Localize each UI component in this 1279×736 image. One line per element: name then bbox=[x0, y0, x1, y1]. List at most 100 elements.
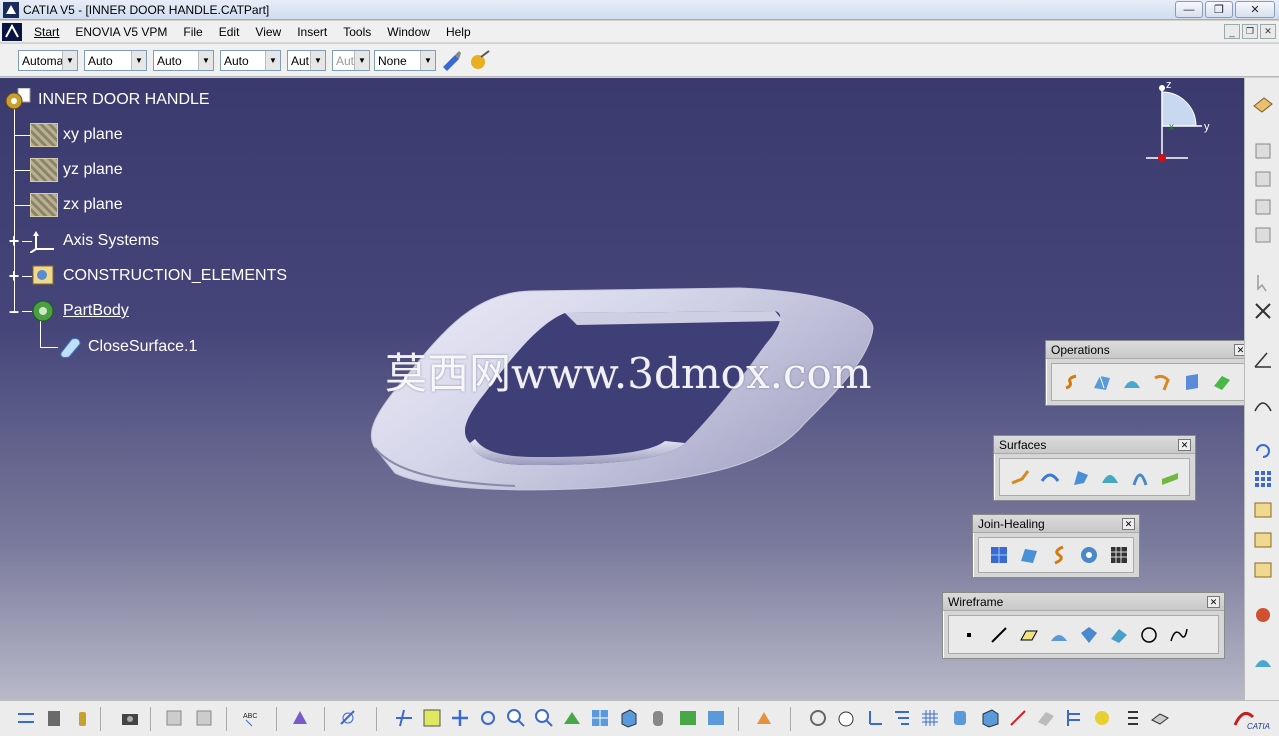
collapse-icon[interactable]: – bbox=[7, 301, 21, 321]
doc-close-button[interactable]: ✕ bbox=[1260, 24, 1276, 39]
line-thickness-combo[interactable]: Auto ▼ bbox=[153, 50, 214, 71]
menu-tools[interactable]: Tools bbox=[335, 25, 379, 39]
tree-node-axis-systems[interactable]: Axis Systems bbox=[30, 229, 159, 253]
tree-node-zx-plane[interactable]: zx plane bbox=[30, 193, 123, 217]
split-icon[interactable] bbox=[1090, 371, 1114, 393]
curve-smooth-icon[interactable] bbox=[1047, 544, 1071, 566]
spline-icon[interactable] bbox=[1167, 624, 1191, 646]
hierarchy-icon[interactable] bbox=[1062, 707, 1086, 729]
zoom-in-icon[interactable] bbox=[504, 707, 528, 729]
point-symbol-combo[interactable]: Aut ▼ bbox=[287, 50, 326, 71]
measure-between-icon[interactable] bbox=[162, 707, 186, 729]
pan-icon[interactable] bbox=[448, 707, 472, 729]
3d-annotation-icon[interactable] bbox=[288, 707, 312, 729]
list-icon[interactable] bbox=[1120, 707, 1144, 729]
point-icon[interactable] bbox=[957, 624, 981, 646]
close-button[interactable]: ✕ bbox=[1235, 1, 1275, 18]
layer-combo[interactable]: None ▼ bbox=[374, 50, 436, 71]
hand-icon[interactable] bbox=[834, 707, 858, 729]
extrapolate-icon[interactable] bbox=[1210, 371, 1234, 393]
parallel-curve-icon[interactable] bbox=[1107, 624, 1131, 646]
ordered-set-icon[interactable] bbox=[1251, 528, 1275, 550]
menu-view[interactable]: View bbox=[247, 25, 289, 39]
snap-icon[interactable] bbox=[1251, 300, 1275, 322]
multi-view-icon[interactable] bbox=[588, 707, 612, 729]
healing-icon[interactable] bbox=[987, 544, 1011, 566]
intersection-icon[interactable] bbox=[1077, 624, 1101, 646]
join-healing-toolbar[interactable]: Join-Healing ✕ bbox=[972, 514, 1140, 578]
rotate-icon[interactable] bbox=[1251, 440, 1275, 462]
close-icon[interactable]: ✕ bbox=[1178, 439, 1191, 451]
painter-icon[interactable] bbox=[440, 49, 464, 71]
operations-toolbar[interactable]: Operations ✕ bbox=[1045, 340, 1244, 406]
wireframe-toolbar[interactable]: Wireframe ✕ bbox=[942, 592, 1225, 659]
doc-restore-button[interactable]: ❐ bbox=[1242, 24, 1258, 39]
surface-icon[interactable] bbox=[1034, 707, 1058, 729]
untrim-icon[interactable] bbox=[1017, 544, 1041, 566]
tree-expand-icon[interactable] bbox=[890, 707, 914, 729]
material-icon[interactable] bbox=[752, 707, 776, 729]
shading-icon[interactable] bbox=[646, 707, 670, 729]
restore-button[interactable]: ❐ bbox=[1205, 1, 1233, 18]
doc-minimize-button[interactable]: _ bbox=[1224, 24, 1240, 39]
select-arrow-icon[interactable] bbox=[1251, 272, 1275, 294]
isometric-view-icon[interactable] bbox=[616, 707, 640, 729]
workbench-icon[interactable] bbox=[1251, 94, 1275, 116]
blend-icon[interactable] bbox=[1158, 466, 1182, 488]
positioned-sketch-icon[interactable] bbox=[1251, 168, 1275, 190]
tree-root[interactable]: INNER DOOR HANDLE bbox=[4, 88, 210, 112]
arc-icon[interactable] bbox=[1251, 392, 1275, 414]
close-icon[interactable]: ✕ bbox=[1234, 344, 1244, 356]
swap-visible-space-icon[interactable] bbox=[704, 707, 728, 729]
close-icon[interactable]: ✕ bbox=[1207, 596, 1220, 608]
offset-icon[interactable] bbox=[1038, 466, 1062, 488]
plane-icon[interactable] bbox=[1017, 624, 1041, 646]
3d-viewport[interactable]: INNER DOOR HANDLE xy plane yz plane zx p… bbox=[0, 78, 1244, 700]
document-icon[interactable] bbox=[2, 22, 22, 41]
geometrical-set-icon[interactable] bbox=[1251, 498, 1275, 520]
zoom-out-icon[interactable] bbox=[532, 707, 556, 729]
fly-mode-icon[interactable] bbox=[392, 707, 416, 729]
cylinder-icon[interactable] bbox=[948, 707, 972, 729]
fit-all-icon[interactable] bbox=[420, 707, 444, 729]
box-icon[interactable] bbox=[978, 707, 1002, 729]
tree-node-closesurface[interactable]: CloseSurface.1 bbox=[58, 335, 197, 359]
sketch-tracer-icon[interactable] bbox=[1251, 650, 1275, 672]
normal-view-icon[interactable] bbox=[560, 707, 584, 729]
projection-icon[interactable] bbox=[1047, 624, 1071, 646]
angle-constraint-icon[interactable] bbox=[1251, 348, 1275, 370]
knowledge-icon[interactable] bbox=[336, 707, 360, 729]
menu-help[interactable]: Help bbox=[438, 25, 479, 39]
fill-icon[interactable] bbox=[1098, 466, 1122, 488]
update-icon[interactable] bbox=[14, 707, 38, 729]
menu-file[interactable]: File bbox=[175, 25, 210, 39]
boundary-icon[interactable] bbox=[1120, 371, 1144, 393]
sweep-icon[interactable] bbox=[1068, 466, 1092, 488]
menu-edit[interactable]: Edit bbox=[211, 25, 248, 39]
join-icon[interactable] bbox=[1060, 371, 1084, 393]
hide-show-icon[interactable] bbox=[676, 707, 700, 729]
apply-material-icon[interactable] bbox=[468, 49, 492, 71]
tree-node-yz-plane[interactable]: yz plane bbox=[30, 158, 123, 182]
analysis-shading-icon[interactable] bbox=[1090, 707, 1114, 729]
close-icon[interactable]: ✕ bbox=[1122, 518, 1135, 530]
catia-app-icon[interactable] bbox=[3, 1, 19, 18]
menu-window[interactable]: Window bbox=[379, 25, 438, 39]
tree-node-partbody[interactable]: PartBody bbox=[30, 299, 129, 323]
profile-feature-icon[interactable] bbox=[1251, 224, 1275, 246]
disassemble-icon[interactable] bbox=[1077, 544, 1101, 566]
tree-node-xy-plane[interactable]: xy plane bbox=[30, 123, 123, 147]
transparency-combo[interactable]: Auto ▼ bbox=[84, 50, 147, 71]
rotate-view-icon[interactable] bbox=[476, 707, 500, 729]
expand-icon[interactable]: + bbox=[7, 231, 21, 251]
layer-filter-icon[interactable] bbox=[1148, 707, 1172, 729]
measure-item-icon[interactable] bbox=[192, 707, 216, 729]
constraint-icon[interactable] bbox=[1006, 707, 1030, 729]
multi-section-surface-icon[interactable] bbox=[1128, 466, 1152, 488]
bottle-icon[interactable] bbox=[70, 707, 94, 729]
compass-icon[interactable]: z x y bbox=[1140, 80, 1220, 166]
pattern-icon[interactable] bbox=[1251, 468, 1275, 490]
camera-icon[interactable] bbox=[118, 707, 142, 729]
menu-enovia[interactable]: ENOVIA V5 VPM bbox=[67, 25, 175, 39]
grid-icon[interactable] bbox=[1107, 544, 1131, 566]
